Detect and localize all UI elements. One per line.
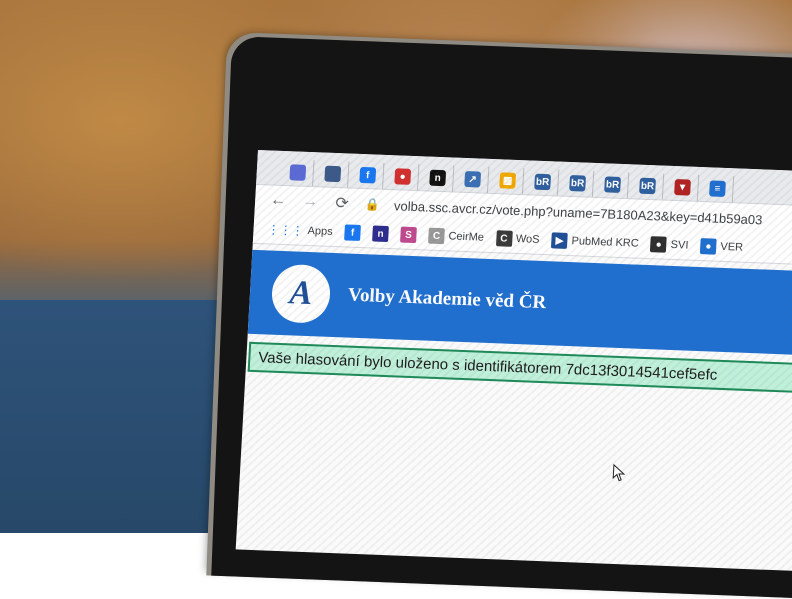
mouse-pointer-icon — [612, 463, 626, 482]
browser-tab[interactable]: bR — [631, 172, 665, 200]
document-icon — [324, 165, 342, 183]
browser-tab[interactable]: n — [421, 164, 455, 192]
br-icon: bR — [639, 177, 656, 195]
laptop-screen: f ● n ↗ ▦ bR bR bR bR ▼ ≡ ← → ⟳ 🔒 volba.ssc.avcr.c… — [235, 150, 792, 571]
site-title: Volby Akademie věd ČR — [347, 284, 547, 314]
br-icon: bR — [534, 173, 552, 191]
c-logo-icon: C — [428, 227, 445, 245]
site-header: A Volby Akademie věd ČR — [247, 249, 792, 356]
page-content-area — [236, 372, 792, 571]
browser-tab[interactable]: ≡ — [701, 175, 735, 203]
br-icon: bR — [604, 176, 622, 193]
academy-logo[interactable]: A — [270, 263, 332, 324]
bookmark-item[interactable]: ● SVI — [650, 236, 689, 253]
grid-logo-icon: ▦ — [499, 172, 517, 189]
arrow-logo-icon: ↗ — [464, 170, 482, 188]
s-logo-icon: S — [400, 226, 417, 244]
flag-logo-icon: ≡ — [709, 180, 726, 197]
back-arrow-icon[interactable]: ← — [269, 191, 288, 210]
bookmark-label: SVI — [670, 238, 689, 252]
shield-logo-icon: ▼ — [674, 179, 691, 196]
globe-icon: ● — [650, 236, 668, 253]
browser-tab[interactable]: ↗ — [456, 165, 490, 193]
n-logo-icon: n — [429, 169, 447, 187]
forward-arrow-icon[interactable]: → — [301, 193, 320, 212]
browser-tab[interactable]: ▦ — [491, 167, 525, 195]
record-icon: ● — [394, 168, 412, 185]
bookmark-item[interactable]: C CeirMe — [428, 227, 485, 246]
lock-icon[interactable]: 🔒 — [365, 197, 381, 212]
mail-icon — [289, 164, 307, 181]
n-logo-icon: n — [372, 225, 390, 243]
bookmark-item[interactable]: C WoS — [495, 230, 540, 248]
browser-tab[interactable]: ● — [387, 163, 420, 191]
facebook-icon: f — [344, 224, 362, 241]
apps-grid-icon: ⋮⋮⋮ — [267, 222, 304, 238]
bookmark-item[interactable]: S — [400, 226, 417, 244]
wos-icon: C — [495, 230, 513, 247]
pubmed-icon: ▶ — [551, 232, 568, 249]
apps-label: Apps — [307, 224, 333, 238]
facebook-icon: f — [359, 166, 377, 184]
globe-icon: ● — [699, 238, 717, 255]
apps-shortcut[interactable]: ⋮⋮⋮ Apps — [267, 222, 333, 238]
reload-icon[interactable]: ⟳ — [333, 193, 352, 214]
browser-tab[interactable]: bR — [561, 169, 595, 197]
browser-tab[interactable]: f — [352, 161, 385, 189]
bookmark-label: CeirMe — [448, 230, 485, 244]
browser-tab[interactable]: bR — [596, 171, 630, 199]
bookmark-label: PubMed KRC — [571, 235, 640, 250]
br-icon: bR — [569, 174, 587, 192]
browser-tab[interactable]: ▼ — [666, 173, 700, 201]
bookmark-item[interactable]: f — [344, 224, 362, 241]
bookmark-item[interactable]: ▶ PubMed KRC — [551, 232, 639, 251]
bookmark-item[interactable]: n — [372, 225, 390, 243]
browser-tab[interactable]: bR — [526, 168, 560, 196]
bookmark-item[interactable]: ● VER — [699, 238, 744, 256]
bookmark-label: WoS — [515, 232, 540, 246]
bookmark-label: VER — [720, 240, 744, 254]
browser-tab[interactable] — [317, 160, 350, 188]
browser-tab[interactable] — [282, 158, 315, 187]
